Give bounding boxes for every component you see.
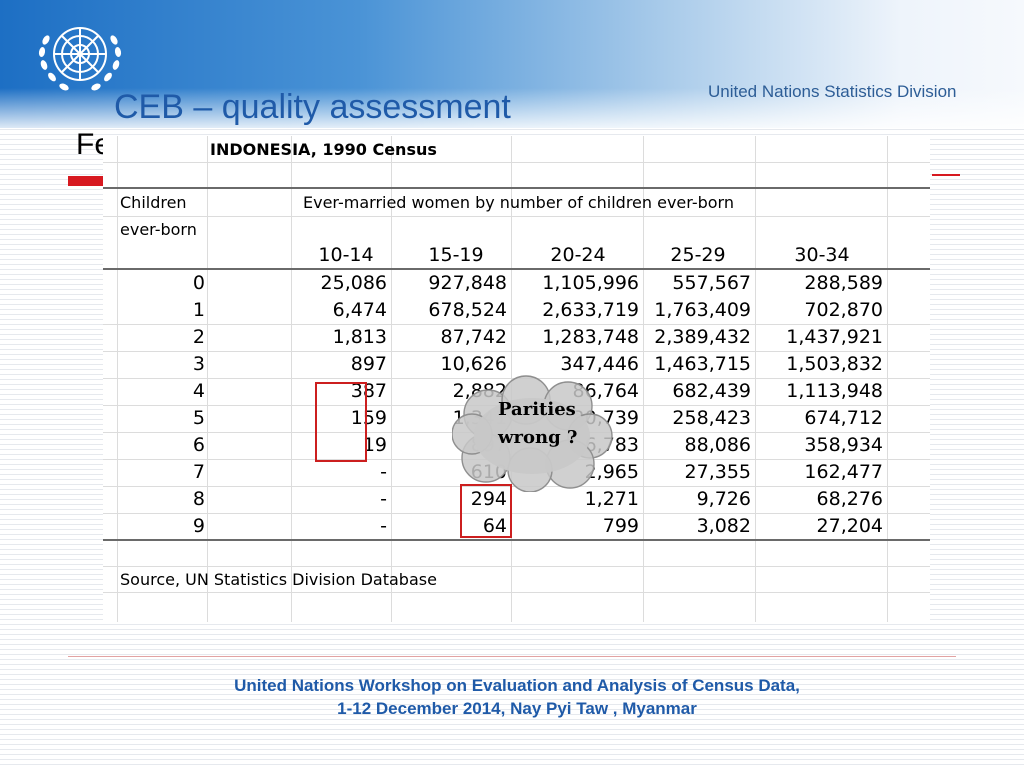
- title-accent-line: [932, 174, 960, 176]
- children-ever-born-cell: 9: [192, 515, 205, 537]
- footer-line-2: 1-12 December 2014, Nay Pyi Taw , Myanma…: [337, 699, 697, 718]
- column-group-header: Ever-married women by number of children…: [303, 193, 734, 212]
- children-ever-born-cell: 6: [192, 434, 205, 456]
- title-accent-bar: [68, 176, 108, 186]
- children-ever-born-cell: 1: [192, 299, 205, 321]
- table-cell: 1,463,715: [654, 353, 751, 375]
- table-cell: 674,712: [804, 407, 883, 429]
- table-cell: 258,423: [672, 407, 751, 429]
- age-group-header: 25-29: [670, 244, 726, 266]
- table-cell: 682,439: [672, 380, 751, 402]
- slide-title: CEB – quality assessment: [114, 88, 511, 126]
- table-title: INDONESIA, 1990 Census: [210, 140, 437, 159]
- table-cell: 927,848: [428, 272, 507, 294]
- table-cell: 897: [350, 353, 387, 375]
- callout-text: Parities wrong ?: [498, 396, 588, 452]
- table-cell: 1,283,748: [542, 326, 639, 348]
- table-cell: 1,813: [332, 326, 387, 348]
- table-cell: 2,389,432: [654, 326, 751, 348]
- table-cell: 9,726: [696, 488, 751, 510]
- table-source-note: Source, UN Statistics Division Database: [120, 570, 437, 589]
- table-cell: 358,934: [804, 434, 883, 456]
- table-cell: 1,503,832: [786, 353, 883, 375]
- table-cell: -: [380, 488, 387, 510]
- table-cell: 1,113,948: [786, 380, 883, 402]
- children-ever-born-cell: 8: [192, 488, 205, 510]
- organization-name: United Nations Statistics Division: [708, 82, 957, 101]
- children-ever-born-cell: 4: [192, 380, 205, 402]
- footer-divider: [68, 656, 956, 657]
- table-cell: 288,589: [804, 272, 883, 294]
- table-cell: 87,742: [440, 326, 507, 348]
- table-cell: 3,082: [696, 515, 751, 537]
- table-cell: 2,633,719: [542, 299, 639, 321]
- table-cell: 678,524: [428, 299, 507, 321]
- table-cell: 27,355: [684, 461, 751, 483]
- row-header-line1: Children: [120, 193, 187, 212]
- table-cell: -: [380, 461, 387, 483]
- table-cell: 68,276: [816, 488, 883, 510]
- age-group-header: 20-24: [550, 244, 606, 266]
- highlight-box-early-parities: [315, 382, 367, 462]
- footer-line-1: United Nations Workshop on Evaluation an…: [234, 676, 800, 695]
- row-header-line2: ever-born: [120, 220, 197, 239]
- children-ever-born-cell: 2: [192, 326, 205, 348]
- table-cell: 25,086: [320, 272, 387, 294]
- children-ever-born-cell: 5: [192, 407, 205, 429]
- table-cell: 27,204: [816, 515, 883, 537]
- table-cell: 1,437,921: [786, 326, 883, 348]
- callout-line-1: Parities: [498, 399, 576, 420]
- age-group-header: 30-34: [794, 244, 850, 266]
- children-ever-born-cell: 0: [192, 272, 205, 294]
- table-cell: 6,474: [332, 299, 387, 321]
- highlight-box-high-parities: [460, 484, 512, 538]
- table-cell: 1,105,996: [542, 272, 639, 294]
- age-group-header: 15-19: [428, 244, 484, 266]
- table-cell: -: [380, 515, 387, 537]
- table-cell: 162,477: [804, 461, 883, 483]
- table-cell: 557,567: [672, 272, 751, 294]
- children-ever-born-cell: 7: [192, 461, 205, 483]
- table-cell: 1,763,409: [654, 299, 751, 321]
- callout-line-2: wrong ?: [498, 427, 578, 448]
- slide-footer: United Nations Workshop on Evaluation an…: [0, 674, 1024, 720]
- table-cell: 88,086: [684, 434, 751, 456]
- age-group-header: 10-14: [318, 244, 374, 266]
- table-cell: 702,870: [804, 299, 883, 321]
- children-ever-born-cell: 3: [192, 353, 205, 375]
- table-cell: 799: [602, 515, 639, 537]
